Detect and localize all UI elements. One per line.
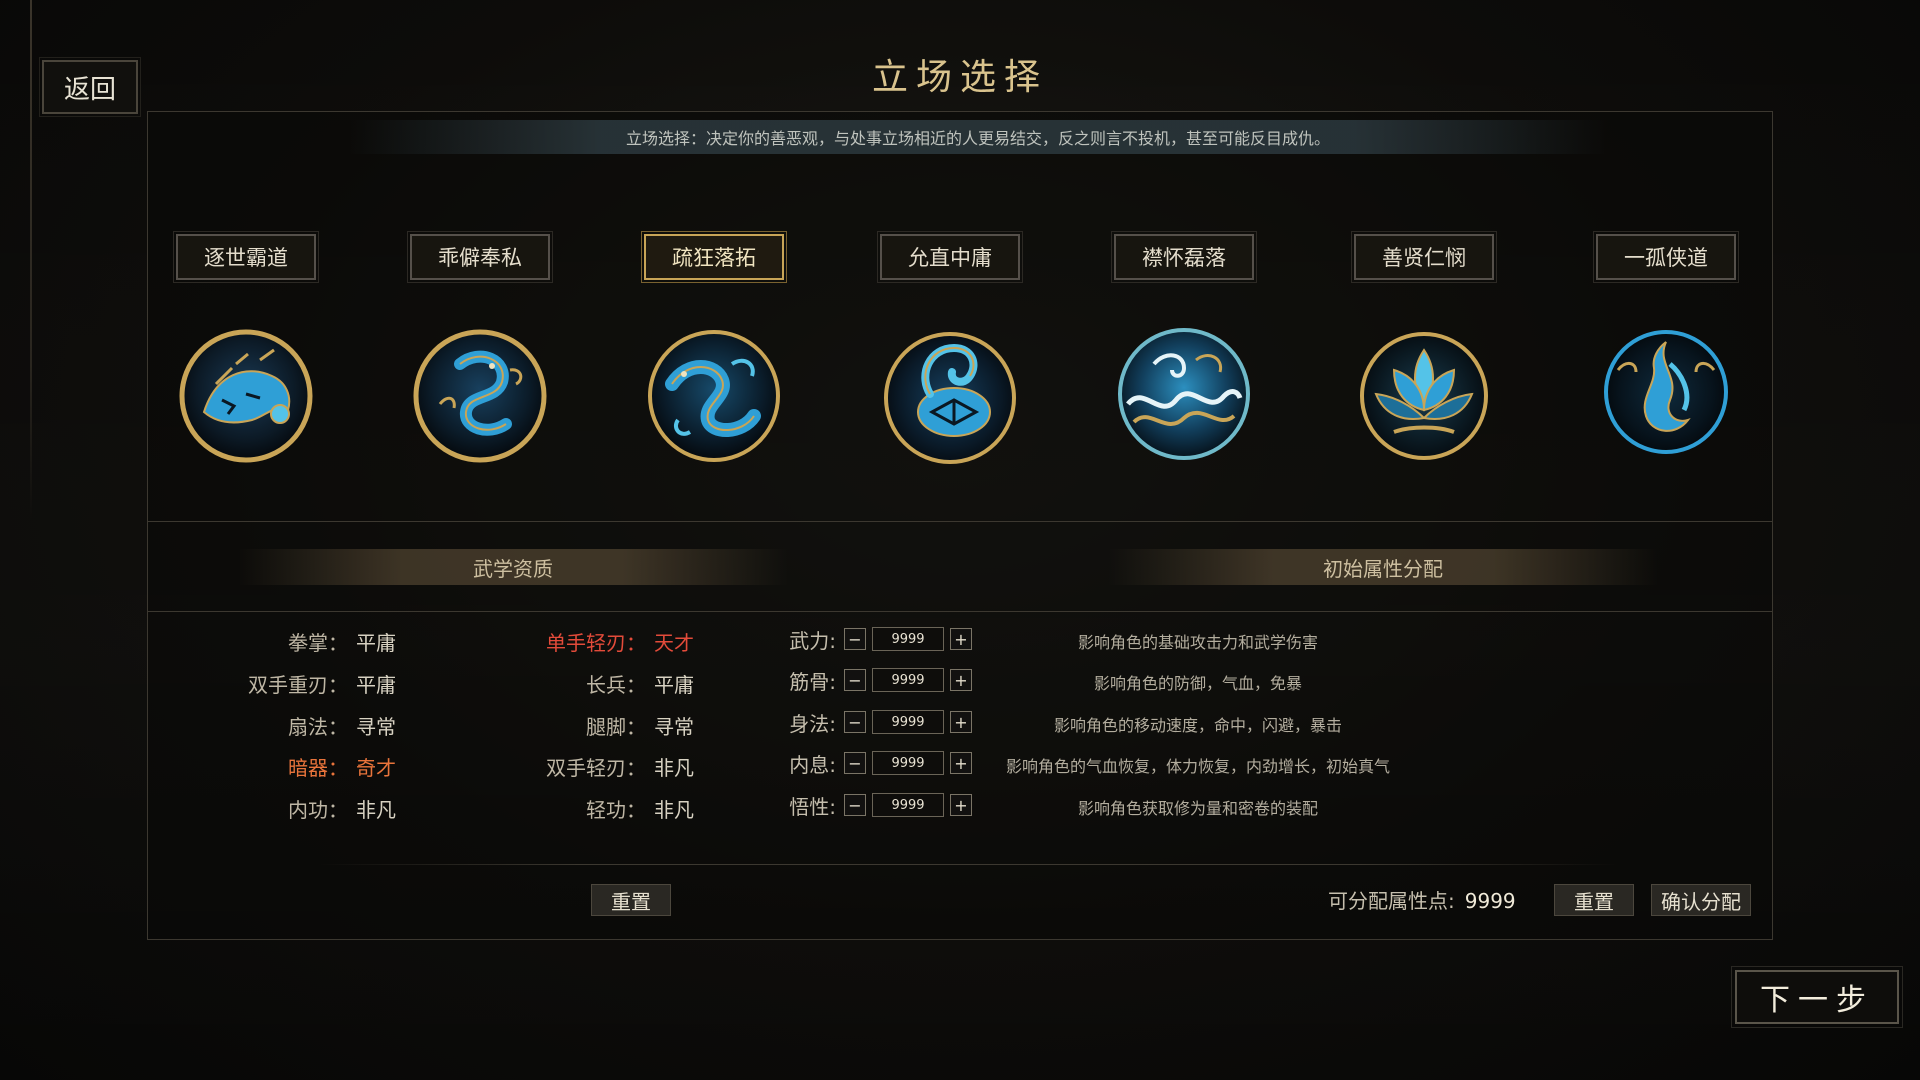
stance-item[interactable]: 一孤侠道 <box>1593 231 1739 484</box>
attribute-points-value: 9999 <box>1464 889 1516 913</box>
section-divider <box>148 521 1772 522</box>
serpent-dragon-emblem-icon[interactable] <box>644 324 784 464</box>
attribute-label: 身法: <box>789 711 836 736</box>
attribute-value-input[interactable] <box>872 710 944 734</box>
increment-button[interactable]: + <box>950 669 972 691</box>
aptitude-item: 扇法： <box>288 715 348 739</box>
attribute-value-input[interactable] <box>872 793 944 817</box>
stance-button-3[interactable]: 允直中庸 <box>877 231 1023 283</box>
aptitude-value: 非凡 <box>356 798 396 822</box>
stance-item[interactable]: 善贤仁悯 <box>1351 231 1497 484</box>
dragon-emblem-icon[interactable] <box>410 324 550 464</box>
stance-button-2[interactable]: 疏狂落拓 <box>641 231 787 283</box>
tiger-emblem-icon[interactable] <box>176 324 316 464</box>
aptitude-reset-button[interactable]: 重置 <box>591 884 671 916</box>
decrement-button[interactable]: − <box>844 711 866 733</box>
attribute-reset-button[interactable]: 重置 <box>1554 884 1634 916</box>
aptitude-value-highlight: 奇才 <box>356 756 396 780</box>
decrement-button[interactable]: − <box>844 794 866 816</box>
aptitude-value: 平庸 <box>356 673 396 697</box>
aptitude-item: 长兵： <box>586 673 646 697</box>
section-divider <box>148 611 1772 612</box>
aptitude-value: 寻常 <box>356 715 396 739</box>
increment-button[interactable]: + <box>950 628 972 650</box>
attribute-row: 悟性: − + <box>778 790 972 820</box>
aptitude-item-highlight: 单手轻刃： <box>546 631 646 655</box>
stance-list: 逐世霸道 乖僻奉私 疏狂落拓 允直中庸 襟怀磊落 善贤仁悯 一孤侠道 <box>148 231 1772 494</box>
stance-button-0[interactable]: 逐世霸道 <box>173 231 319 283</box>
aptitude-value: 平庸 <box>654 673 694 697</box>
increment-button[interactable]: + <box>950 794 972 816</box>
attributes-section-title: 初始属性分配 <box>1108 549 1658 585</box>
stance-item[interactable]: 疏狂落拓 <box>641 231 787 484</box>
stance-button-1[interactable]: 乖僻奉私 <box>407 231 553 283</box>
phoenix-flame-emblem-icon[interactable] <box>1596 324 1736 464</box>
aptitude-item: 双手重刃： <box>248 673 348 697</box>
waves-emblem-icon[interactable] <box>1114 324 1254 464</box>
main-panel: 立场选择：决定你的善恶观，与处事立场相近的人更易结交，反之则言不投机，甚至可能反… <box>147 111 1773 940</box>
aptitude-value: 非凡 <box>654 798 694 822</box>
aptitude-item: 双手轻刃： <box>546 756 646 780</box>
turtle-snake-emblem-icon[interactable] <box>880 324 1020 464</box>
decrement-button[interactable]: − <box>844 752 866 774</box>
stance-button-6[interactable]: 一孤侠道 <box>1593 231 1739 283</box>
decrement-button[interactable]: − <box>844 669 866 691</box>
attribute-value-input[interactable] <box>872 668 944 692</box>
attribute-label: 武力: <box>789 628 836 653</box>
attribute-value-input[interactable] <box>872 627 944 651</box>
stance-button-5[interactable]: 善贤仁悯 <box>1351 231 1497 283</box>
aptitude-value: 寻常 <box>654 715 694 739</box>
stance-item[interactable]: 襟怀磊落 <box>1111 231 1257 484</box>
increment-button[interactable]: + <box>950 711 972 733</box>
attribute-description: 影响角色的移动速度，命中，闪避，暴击 <box>1053 716 1342 735</box>
attribute-row: 身法: − + <box>778 707 972 737</box>
attribute-row: 筋骨: − + <box>778 665 972 695</box>
aptitude-item: 轻功： <box>586 798 646 822</box>
attribute-points: 可分配属性点: 9999 <box>1328 885 1516 914</box>
attribute-description: 影响角色的气血恢复，体力恢复，内劲增长，初始真气 <box>1005 757 1390 776</box>
aptitude-item: 拳掌： <box>288 631 348 655</box>
attribute-row: 内息: − + <box>778 748 972 778</box>
attribute-description: 影响角色获取修为量和密卷的装配 <box>1077 799 1318 818</box>
aptitude-value-highlight: 天才 <box>654 631 694 655</box>
attribute-label: 内息: <box>789 752 836 777</box>
aptitude-item: 腿脚： <box>586 715 646 739</box>
attribute-value-input[interactable] <box>872 751 944 775</box>
stance-button-4[interactable]: 襟怀磊落 <box>1111 231 1257 283</box>
lotus-emblem-icon[interactable] <box>1354 324 1494 464</box>
aptitude-item-highlight: 暗器： <box>288 756 348 780</box>
attribute-label: 筋骨: <box>789 669 836 694</box>
decrement-button[interactable]: − <box>844 628 866 650</box>
attribute-label: 悟性: <box>789 794 836 819</box>
attribute-description: 影响角色的防御，气血，免暴 <box>1093 674 1302 693</box>
attribute-points-label: 可分配属性点: <box>1328 889 1455 913</box>
stance-item[interactable]: 允直中庸 <box>877 231 1023 484</box>
aptitude-section-title: 武学资质 <box>238 549 788 585</box>
page-title: 立场选择 <box>871 57 1048 98</box>
next-step-button[interactable]: 下一步 <box>1731 966 1903 1028</box>
increment-button[interactable]: + <box>950 752 972 774</box>
confirm-allocation-button[interactable]: 确认分配 <box>1651 884 1751 916</box>
footer-divider <box>318 864 1618 865</box>
aptitude-value: 非凡 <box>654 756 694 780</box>
stance-item[interactable]: 乖僻奉私 <box>407 231 553 484</box>
attribute-description: 影响角色的基础攻击力和武学伤害 <box>1077 633 1318 652</box>
aptitude-item: 内功： <box>288 798 348 822</box>
stance-item[interactable]: 逐世霸道 <box>173 231 319 484</box>
attribute-row: 武力: − + <box>778 624 972 654</box>
aptitude-value: 平庸 <box>356 631 396 655</box>
stance-selection-screen: 返回 立场选择 立场选择：决定你的善恶观，与处事立场相近的人更易结交，反之则言不… <box>0 0 1920 1080</box>
stance-description: 立场选择：决定你的善恶观，与处事立场相近的人更易结交，反之则言不投机，甚至可能反… <box>348 120 1608 154</box>
